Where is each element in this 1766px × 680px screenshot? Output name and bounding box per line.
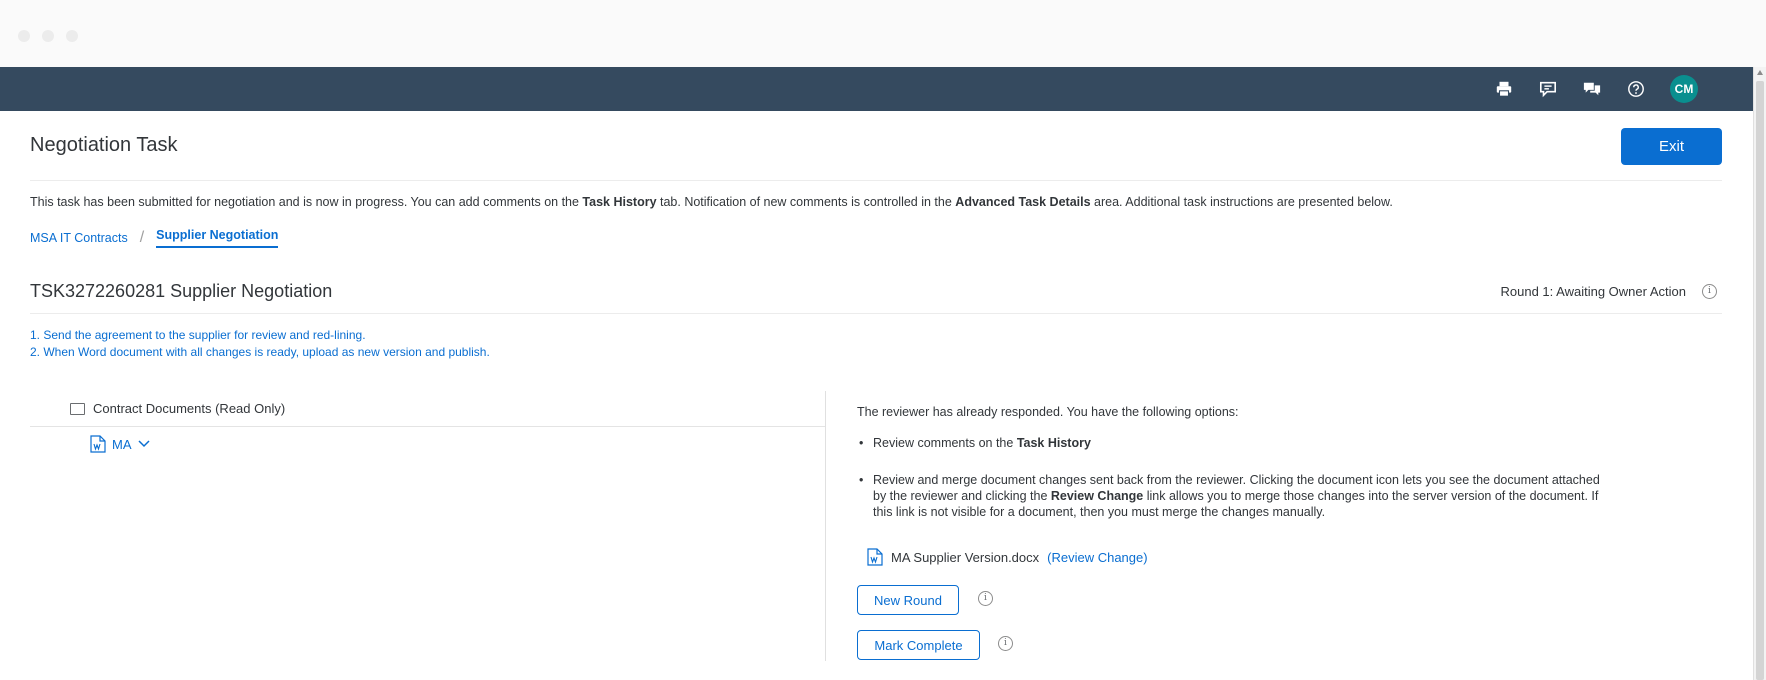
instruction-line: 1. Send the agreement to the supplier fo… — [30, 328, 366, 342]
pane-divider — [825, 391, 826, 661]
discussion-icon[interactable] — [1582, 79, 1602, 99]
task-divider — [30, 313, 1722, 314]
breadcrumb-current[interactable]: Supplier Negotiation — [156, 228, 279, 248]
reviewer-intro: The reviewer has already responded. You … — [857, 405, 1239, 419]
left-pane-divider — [30, 426, 825, 427]
document-label[interactable]: MA — [112, 437, 132, 452]
contract-documents-header[interactable]: Contract Documents (Read Only) — [70, 401, 285, 416]
breadcrumb-parent-link[interactable]: MSA IT Contracts — [30, 231, 128, 245]
page-title: Negotiation Task — [30, 134, 178, 156]
task-title: TSK3272260281 Supplier Negotiation — [30, 281, 333, 301]
document-item-ma[interactable]: MA — [90, 435, 150, 453]
task-instructions: 1. Send the agreement to the supplier fo… — [30, 327, 490, 361]
word-document-icon[interactable] — [867, 548, 883, 566]
new-round-button[interactable]: New Round — [857, 585, 959, 615]
user-avatar[interactable]: CM — [1670, 75, 1698, 103]
info-bold-advanced-details: Advanced Task Details — [955, 195, 1091, 209]
page-scrollbar[interactable] — [1753, 67, 1766, 680]
minimize-window-dot[interactable] — [42, 30, 54, 42]
chevron-down-icon[interactable] — [137, 440, 150, 448]
bullet-bold-task-history: Task History — [1016, 436, 1091, 450]
breadcrumb: MSA IT Contracts / Supplier Negotiation — [30, 228, 279, 248]
round-status: Round 1: Awaiting Owner Action — [1500, 284, 1687, 299]
option-task-history: Review comments on the Task History — [857, 435, 1091, 451]
info-text-part: tab. Notification of new comments is con… — [656, 195, 956, 209]
folder-icon — [70, 402, 85, 415]
close-window-dot[interactable] — [18, 30, 30, 42]
header-actions: CM — [1494, 67, 1698, 111]
window-controls — [18, 30, 78, 42]
bullet-bold-review-change: Review Change — [1050, 489, 1144, 503]
info-text-part: area. Additional task instructions are p… — [1090, 195, 1393, 209]
reviewer-options-pane: The reviewer has already responded. You … — [857, 405, 1600, 660]
scrollbar-thumb[interactable] — [1756, 81, 1764, 680]
breadcrumb-separator: / — [139, 229, 145, 246]
attachment-name: MA Supplier Version.docx — [891, 549, 1040, 565]
info-bold-task-history: Task History — [582, 195, 657, 209]
review-change-link[interactable]: (Review Change) — [1047, 550, 1147, 565]
scroll-up-arrow-icon[interactable] — [1757, 70, 1763, 75]
contract-documents-label: Contract Documents (Read Only) — [93, 401, 286, 416]
feedback-icon[interactable] — [1538, 79, 1558, 99]
word-document-icon[interactable] — [90, 435, 106, 453]
mark-complete-button[interactable]: Mark Complete — [857, 630, 980, 660]
info-text-part: This task has been submitted for negotia… — [30, 195, 583, 209]
bullet-text: Review comments on the — [873, 436, 1017, 450]
header-divider — [30, 180, 1722, 181]
option-review-merge: Review and merge document changes sent b… — [857, 472, 1603, 520]
mark-complete-info-icon[interactable]: i — [998, 636, 1013, 651]
printer-icon[interactable] — [1494, 79, 1514, 99]
task-info-text: This task has been submitted for negotia… — [30, 195, 1393, 209]
shell-header: CM — [0, 67, 1754, 111]
maximize-window-dot[interactable] — [66, 30, 78, 42]
exit-button[interactable]: Exit — [1621, 128, 1722, 165]
new-round-info-icon[interactable]: i — [978, 591, 993, 606]
round-info-icon[interactable]: i — [1702, 284, 1717, 299]
supplier-attachment: MA Supplier Version.docx (Review Change) — [867, 548, 1148, 566]
help-icon[interactable] — [1626, 79, 1646, 99]
instruction-line: 2. When Word document with all changes i… — [30, 345, 490, 359]
window-titlebar — [0, 0, 1766, 67]
